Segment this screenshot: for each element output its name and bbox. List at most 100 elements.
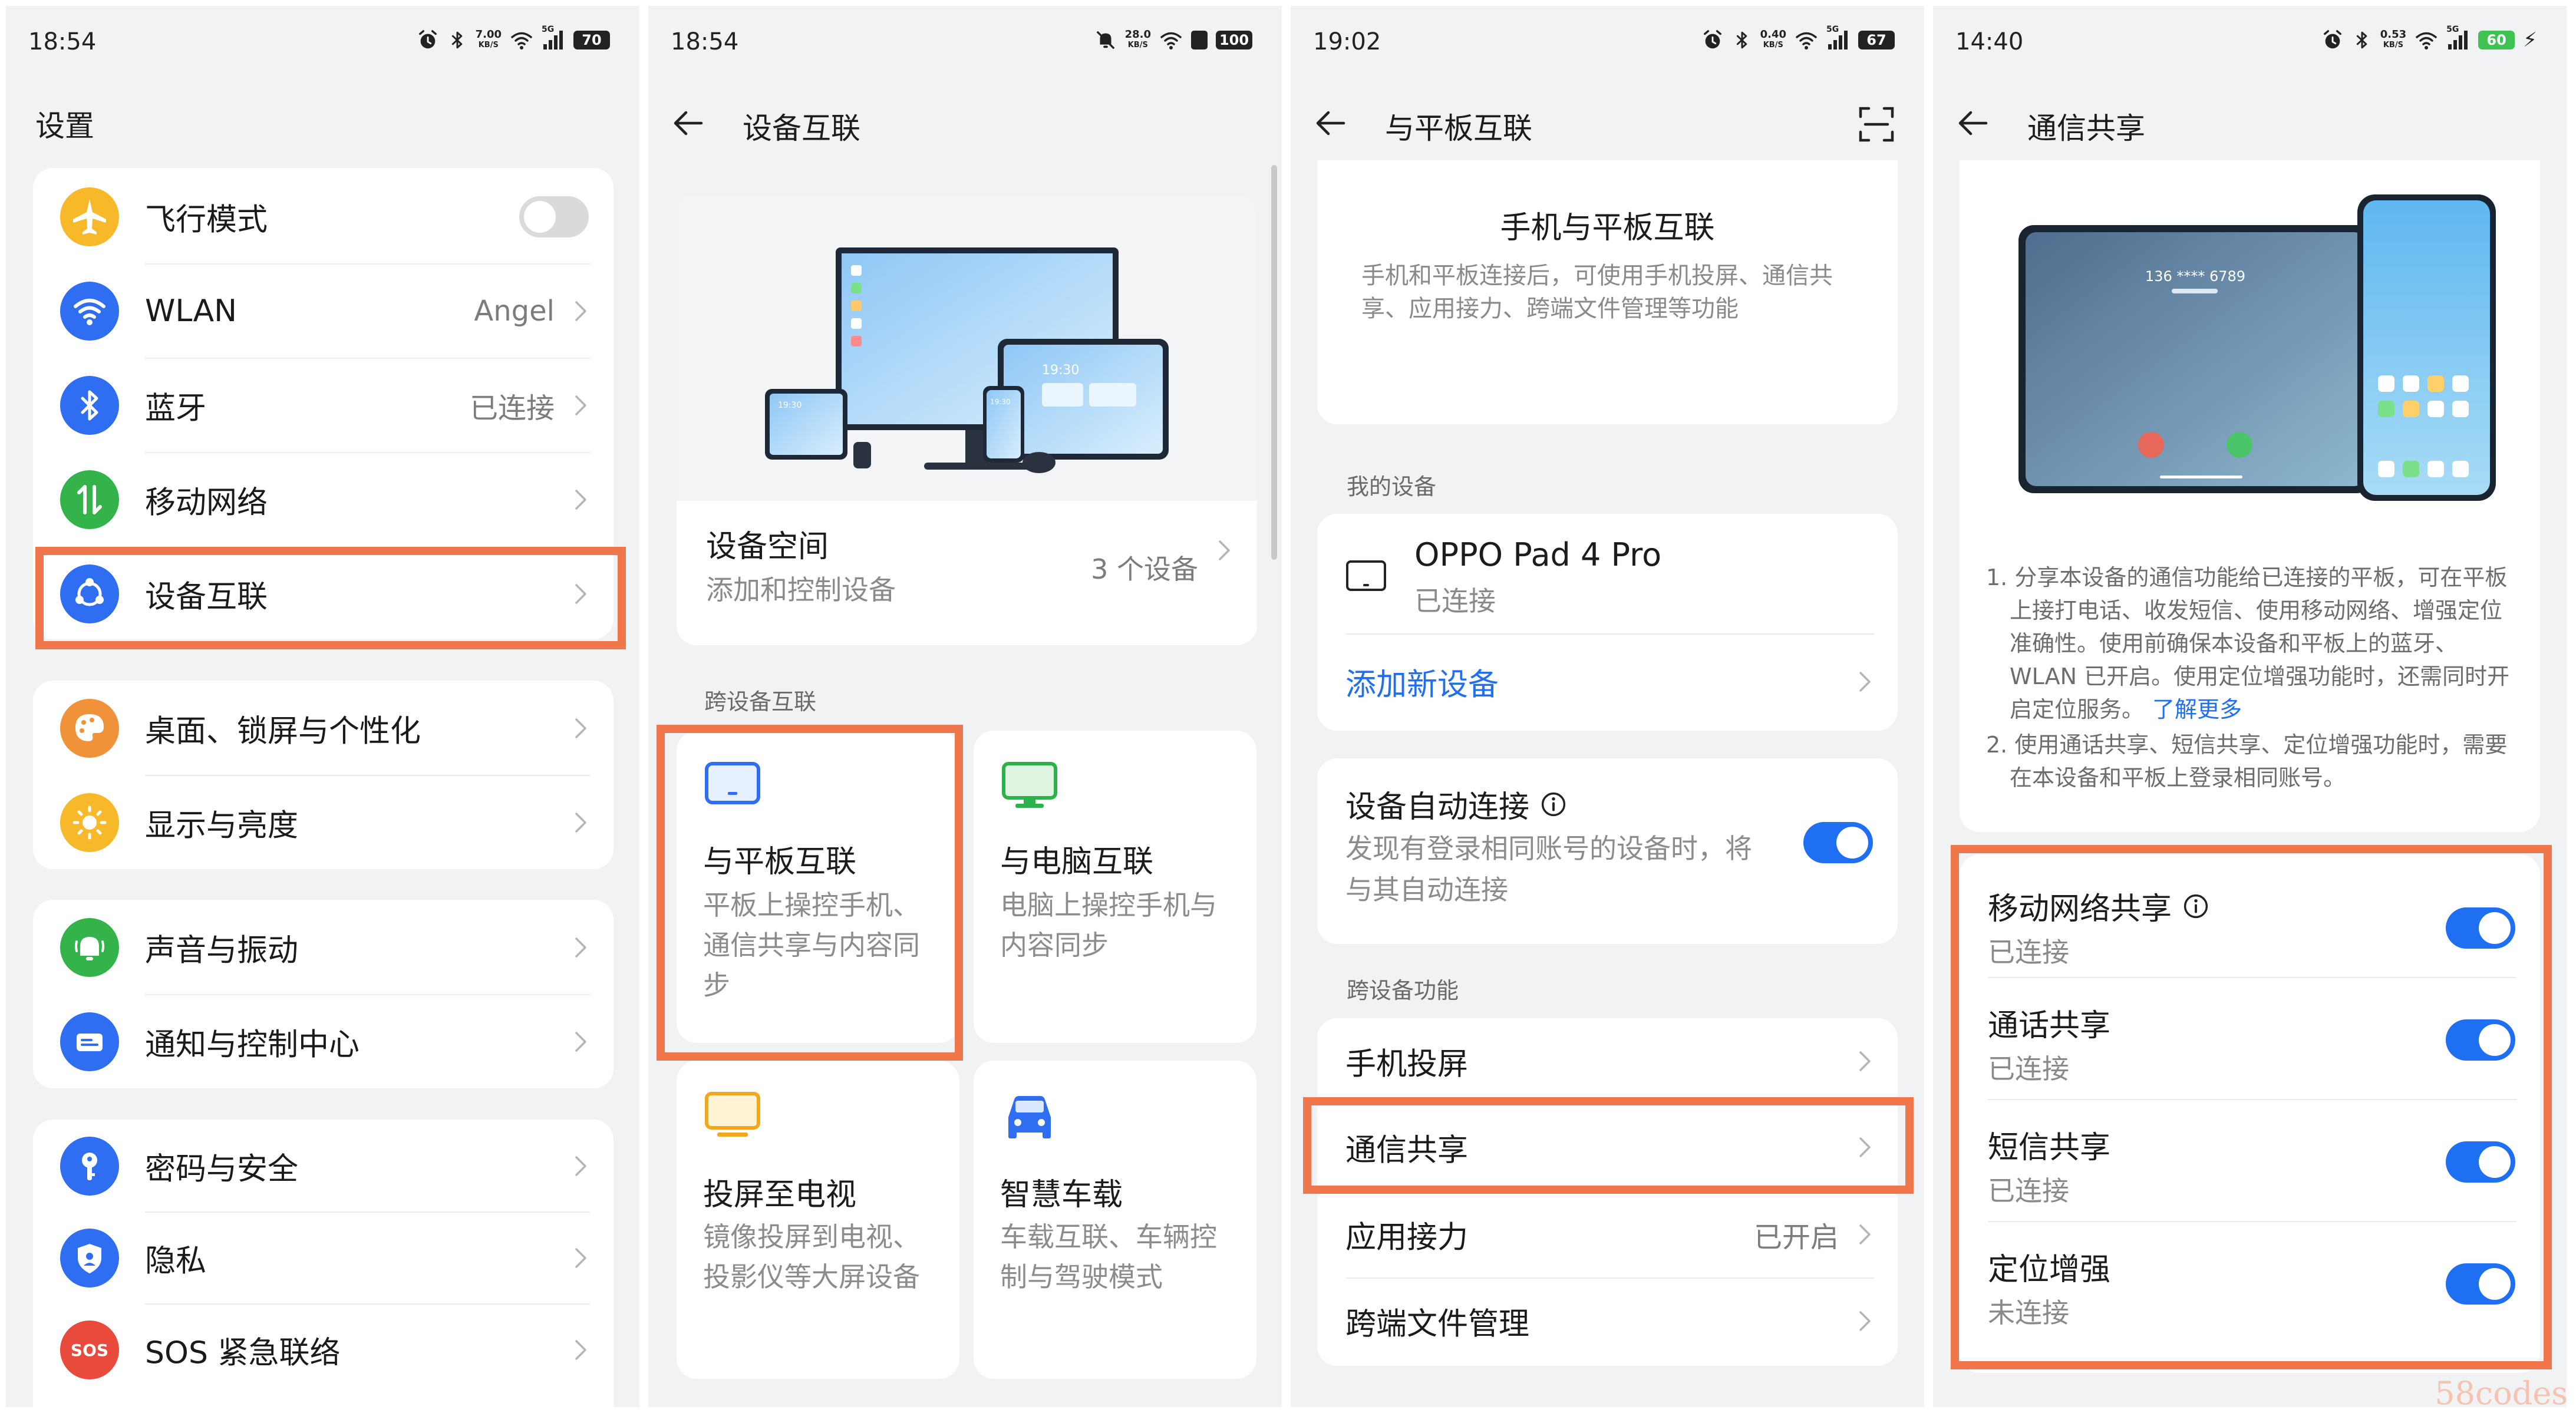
page-title: 设备互联	[743, 111, 860, 146]
chevron-right-icon	[575, 718, 588, 739]
battery-indicator: 70	[573, 31, 610, 49]
feature-label: 手机投屏	[1345, 1046, 1469, 1082]
feature-value: 已开启	[1753, 1221, 1839, 1254]
wifi-status-icon	[1159, 28, 1183, 52]
wifi-status-icon	[510, 28, 533, 52]
mute-icon	[1094, 29, 1117, 51]
settings-group-sound: 声音与振动 通知与控制中心	[33, 900, 614, 1088]
device-space-subtitle: 添加和控制设备	[706, 574, 896, 606]
add-device-row[interactable]: 添加新设备	[1317, 635, 1898, 729]
wifi-icon	[60, 282, 119, 341]
bluetooth-status-icon	[1732, 29, 1752, 51]
settings-row-personalize[interactable]: 桌面、锁屏与个性化	[33, 682, 614, 775]
section-label: 跨设备功能	[1347, 978, 1459, 1003]
back-arrow-icon[interactable]	[672, 107, 704, 139]
chevron-right-icon	[575, 937, 588, 958]
tile-tv[interactable]: 投屏至电视 镜像投屏到电视、投影仪等大屏设备	[677, 1061, 959, 1379]
section-label: 我的设备	[1347, 474, 1437, 500]
page-title: 与平板互联	[1385, 111, 1532, 146]
scan-icon[interactable]	[1858, 106, 1895, 143]
wlan-label: WLAN	[145, 293, 238, 329]
settings-row-airplane[interactable]: 飞行模式	[33, 170, 614, 263]
scrollbar[interactable]	[1271, 165, 1277, 560]
settings-row-notifications[interactable]: 通知与控制中心	[33, 995, 614, 1088]
sos-label: SOS 紧急联络	[145, 1335, 341, 1371]
wifi-status-icon	[1795, 28, 1818, 52]
tablet-connect-panel: 19:02 0.40 KB/S 5G 67 与平板互联 手机与平板互联 手机和平板…	[1291, 6, 1924, 1407]
settings-group-security: 密码与安全 隐私 SOS SOS 紧急联络	[33, 1120, 614, 1407]
airplane-toggle[interactable]	[519, 196, 589, 237]
learn-more-link[interactable]: 了解更多	[2152, 696, 2242, 722]
tile-pc[interactable]: 与电脑互联 电脑上操控手机与内容同步	[974, 731, 1256, 1043]
tile-car[interactable]: 智慧车载 车载互联、车辆控制与驾驶模式	[974, 1061, 1256, 1379]
note-1: 1. 分享本设备的通信功能给已连接的平板，可在平板上接打电话、收发短信、使用移动…	[1986, 564, 2510, 722]
highlight-box	[1951, 845, 2552, 1369]
feature-label: 应用接力	[1345, 1220, 1469, 1256]
back-arrow-icon[interactable]	[1957, 107, 1988, 139]
monitor-icon	[1002, 762, 1057, 808]
comm-share-panel: 14:40 0.53 KB/S 5G 60 ⚡ 通信共享 136 **** 678…	[1933, 6, 2567, 1407]
info-icon[interactable]	[1540, 791, 1567, 818]
my-devices-card: OPPO Pad 4 Pro 已连接 添加新设备	[1317, 514, 1898, 731]
settings-row-mobile-network[interactable]: 移动网络	[33, 453, 614, 546]
chevron-right-icon	[1218, 540, 1231, 561]
phone-number: 136 **** 6789	[2145, 268, 2245, 285]
feature-row-screen-mirror[interactable]: 手机投屏	[1317, 1018, 1898, 1104]
signal-icon: 5G	[1826, 25, 1850, 52]
sound-label: 声音与振动	[145, 933, 299, 969]
illus-time: 19:30	[778, 401, 802, 410]
status-time: 19:02	[1313, 28, 1381, 55]
auto-connect-title: 设备自动连接	[1345, 790, 1530, 825]
settings-panel: 18:54 7.00KB/S 5G 70 设置 飞行模式 WLAN Angel	[6, 6, 639, 1407]
display-label: 显示与亮度	[145, 808, 299, 844]
bluetooth-status-icon	[2352, 29, 2372, 51]
status-icons: 7.00 KB/S 5G 70	[417, 25, 610, 53]
chevron-right-icon	[575, 812, 588, 833]
net-speed: 7.00 KB/S	[475, 28, 502, 50]
key-icon	[60, 1137, 119, 1196]
airplane-icon	[60, 187, 119, 246]
mobile-network-label: 移动网络	[145, 485, 268, 521]
chevron-right-icon	[575, 395, 588, 416]
chevron-right-icon	[575, 301, 588, 322]
signal-icon: 5G	[2446, 25, 2470, 52]
settings-row-bluetooth[interactable]: 蓝牙 已连接	[33, 359, 614, 452]
chevron-right-icon	[575, 1339, 588, 1361]
chevron-right-icon	[575, 489, 588, 510]
settings-row-privacy[interactable]: 隐私	[33, 1211, 614, 1305]
privacy-icon	[60, 1229, 119, 1287]
status-time: 18:54	[671, 28, 739, 55]
settings-row-wlan[interactable]: WLAN Angel	[33, 265, 614, 358]
chevron-right-icon	[1859, 1310, 1872, 1332]
highlight-box	[35, 547, 626, 649]
highlight-box	[657, 725, 963, 1061]
status-icons: 0.40 KB/S 5G 67	[1701, 25, 1895, 53]
alarm-icon	[2321, 29, 2344, 51]
device-space-card[interactable]: 19:30 19:30 19:30 设备空间 添加和控制设备 3 个设备	[677, 194, 1257, 645]
feature-row-app-relay[interactable]: 应用接力 已开启	[1317, 1191, 1898, 1277]
settings-row-display[interactable]: 显示与亮度	[33, 776, 614, 869]
auto-connect-toggle[interactable]	[1803, 822, 1873, 863]
settings-row-sos[interactable]: SOS SOS 紧急联络	[33, 1303, 614, 1397]
notifications-label: 通知与控制中心	[145, 1027, 360, 1063]
intro-card: 手机与平板互联 手机和平板连接后，可使用手机投屏、通信共享、应用接力、跨端文件管…	[1317, 160, 1898, 424]
net-speed: 0.40 KB/S	[1760, 28, 1786, 50]
tile-title: 投屏至电视	[703, 1177, 857, 1213]
note-2: 2. 使用通话共享、短信共享、定位增强功能时，需要在本设备和平板上登录相同账号。	[1986, 732, 2508, 791]
wifi-status-icon	[2415, 28, 2438, 52]
battery-indicator: 60	[2478, 31, 2515, 49]
chevron-right-icon	[575, 1156, 588, 1177]
chevron-right-icon	[575, 1247, 588, 1269]
back-arrow-icon[interactable]	[1314, 107, 1346, 139]
car-icon	[1008, 1096, 1051, 1138]
device-status: 已连接	[1414, 585, 1496, 617]
section-label: 跨设备互联	[704, 689, 817, 715]
device-row[interactable]: OPPO Pad 4 Pro 已连接	[1317, 514, 1898, 632]
settings-row-sound[interactable]: 声音与振动	[33, 901, 614, 994]
feature-row-file-manage[interactable]: 跨端文件管理	[1317, 1278, 1898, 1364]
personalize-label: 桌面、锁屏与个性化	[145, 714, 421, 750]
settings-row-password[interactable]: 密码与安全	[33, 1120, 614, 1213]
alarm-icon	[417, 29, 439, 51]
intro-desc: 手机和平板连接后，可使用手机投屏、通信共享、应用接力、跨端文件管理等功能	[1361, 262, 1833, 322]
bluetooth-value: 已连接	[469, 392, 555, 425]
